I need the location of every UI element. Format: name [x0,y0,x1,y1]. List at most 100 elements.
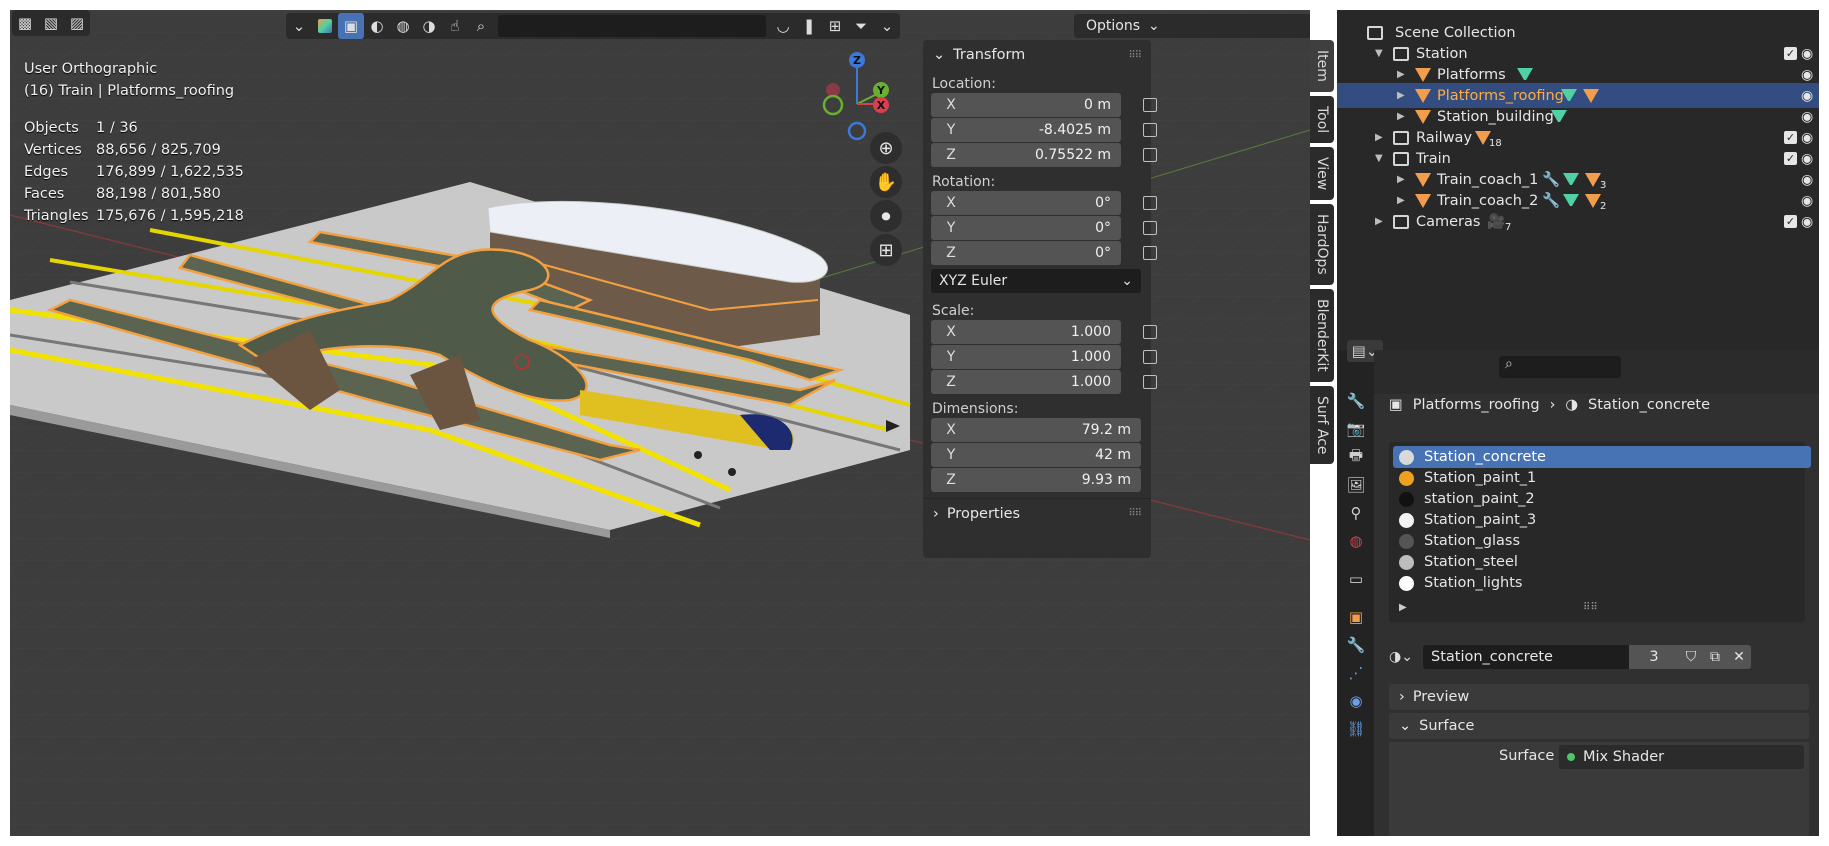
tab-view[interactable]: View [1310,147,1334,201]
eye-icon[interactable]: ◉ [1801,151,1813,167]
checkbox-icon[interactable]: ✓ [1784,215,1797,228]
particles-icon[interactable]: ⋰ [1345,662,1367,684]
scene-icon[interactable]: ⚲ [1345,502,1367,524]
user-count[interactable]: 3 [1629,645,1679,669]
world-icon[interactable]: ◍ [1345,530,1367,552]
scale-z-field[interactable]: Z 1.000 [931,370,1157,394]
checkbox-icon[interactable]: ✓ [1784,152,1797,165]
material-slot[interactable]: Station_concrete [1393,446,1811,468]
eye-icon[interactable]: ◉ [1801,130,1813,146]
transform-header[interactable]: ⌄ Transform ⠿⠿ [923,40,1151,70]
eye-icon[interactable]: ◉ [1801,109,1813,125]
view-layer-icon[interactable]: 🖼 [1345,474,1367,496]
dimensions-x-field[interactable]: X 79.2 m [931,418,1141,442]
rotation-z-field[interactable]: Z 0° [931,241,1157,265]
camera-view-icon[interactable]: ⏺ [870,200,902,232]
surface-panel-header[interactable]: ⌄ Surface [1389,713,1809,739]
expand-arrow-icon[interactable]: ▶ [1399,602,1407,613]
scale-x-field[interactable]: X 1.000 [931,320,1157,344]
constraints-icon[interactable]: ⛓ [1345,718,1367,740]
dimensions-y-field[interactable]: Y 42 m [931,443,1141,467]
object-icon[interactable]: ▣ [1345,606,1367,628]
lock-icon[interactable] [1143,246,1157,260]
lock-icon[interactable] [1143,221,1157,235]
tool-icon[interactable]: 🔧 [1345,390,1367,412]
expand-arrow-icon[interactable]: ▶ [1397,111,1405,122]
object-type-icon[interactable] [312,13,338,39]
expand-arrow-icon[interactable]: ▶ [1397,90,1405,101]
3d-viewport[interactable]: ⌄ ▣ ◐ ◍ ◑ ☝ ⌕ ◡ ❚ ⊞ ⏷ ⌄ ▩ ▧ ▨ Options ⌄ U… [10,10,1310,836]
physics-icon[interactable]: ◉ [1345,690,1367,712]
rotation-mode-select[interactable]: XYZ Euler ⌄ [931,269,1141,293]
location-y-field[interactable]: Y -8.4025 m [931,118,1157,142]
drag-handle-icon[interactable]: ⠿⠿ [1128,50,1142,61]
filter-icon[interactable]: ⏷ [848,13,874,39]
expand-arrow-icon[interactable]: ▶ [1375,132,1383,143]
layout-icon[interactable]: ⊞ [822,13,848,39]
duplicate-icon[interactable]: ⧉ [1703,645,1727,669]
properties-search-input[interactable]: ⌕ [1499,356,1621,378]
filter-hand-icon[interactable]: ☝ [442,13,468,39]
lock-icon[interactable] [1143,350,1157,364]
eye-icon[interactable]: ◉ [1801,88,1813,104]
properties-header[interactable]: › Properties ⠿⠿ [923,498,1151,528]
expand-arrow-icon[interactable]: ▶ [1397,69,1405,80]
select-subtract-icon[interactable]: ▨ [64,10,90,36]
search-icon[interactable]: ⌕ [468,13,494,39]
unlink-close-icon[interactable]: ✕ [1727,645,1751,669]
eye-icon[interactable]: ◉ [1801,193,1813,209]
tab-tool[interactable]: Tool [1310,95,1334,144]
expand-arrow-icon[interactable]: ▶ [1397,195,1405,206]
dimensions-z-field[interactable]: Z 9.93 m [931,468,1141,492]
expand-arrow-icon[interactable]: ▶ [1397,174,1405,185]
material-slot[interactable]: Station_steel [1393,551,1811,573]
surface-shader-selector[interactable]: Mix Shader [1559,745,1804,769]
outliner-row-cameras[interactable]: ▶ Cameras 🎥 7 ✓ ◉ [1337,209,1819,234]
checkbox-icon[interactable]: ✓ [1784,47,1797,60]
chevron-down-icon[interactable]: ⌄ [874,13,900,39]
lock-icon[interactable] [1143,375,1157,389]
visibility-icon[interactable]: ◡ [770,13,796,39]
tab-item[interactable]: Item [1310,40,1334,92]
expand-arrow-icon[interactable]: ▼ [1375,153,1383,164]
checkbox-icon[interactable]: ✓ [1784,131,1797,144]
material-slot[interactable]: Station_glass [1393,530,1811,552]
material-slot[interactable]: Station_paint_3 [1393,509,1811,531]
select-box-icon[interactable]: ▩ [12,10,38,36]
material-name-field[interactable]: Station_concrete [1423,645,1629,669]
material-slot[interactable]: station_paint_2 [1393,488,1811,510]
solid-select-icon[interactable]: ▣ [338,13,364,39]
tab-hardops[interactable]: HardOps [1310,204,1334,286]
tab-blenderkit[interactable]: BlenderKit [1310,289,1334,382]
eye-icon[interactable]: ◉ [1801,46,1813,62]
lock-icon[interactable] [1143,148,1157,162]
perspective-grid-icon[interactable]: ⊞ [870,234,902,266]
navigation-gizmo[interactable]: Z Y X [815,46,895,146]
lock-icon[interactable] [1143,325,1157,339]
rendered-view-icon[interactable]: ◍ [390,13,416,39]
collection-icon[interactable]: ▭ [1345,568,1367,590]
rotation-x-field[interactable]: X 0° [931,191,1157,215]
material-slot[interactable]: Station_lights [1393,572,1811,594]
viewport-search-input[interactable] [498,15,766,37]
material-preview-icon[interactable]: ◐ [364,13,390,39]
eye-icon[interactable]: ◉ [1801,67,1813,83]
eye-icon[interactable]: ◉ [1801,214,1813,230]
material-slot[interactable]: Station_paint_1 [1393,467,1811,489]
render-icon[interactable]: 📷 [1345,418,1367,440]
lock-icon[interactable] [1143,98,1157,112]
tab-surf-ace[interactable]: Surf Ace [1310,385,1334,465]
preview-panel-header[interactable]: › Preview [1389,684,1809,710]
dropdown-chevron-icon[interactable]: ⌄ [286,13,312,39]
output-icon[interactable]: 🖶 [1345,446,1367,468]
expand-arrow-icon[interactable]: ▶ [1375,216,1383,227]
options-button[interactable]: Options ⌄ [1074,14,1310,38]
bookmark-icon[interactable]: ❚ [796,13,822,39]
location-z-field[interactable]: Z 0.75522 m [931,143,1157,167]
resize-handle-icon[interactable]: ⠿⠿ [1583,602,1598,613]
eye-icon[interactable]: ◉ [1801,172,1813,188]
lock-icon[interactable] [1143,196,1157,210]
modifier-wrench-icon[interactable]: 🔧 [1345,634,1367,656]
pan-hand-icon[interactable]: ✋ [870,166,902,198]
expand-arrow-icon[interactable]: ▼ [1375,48,1383,59]
